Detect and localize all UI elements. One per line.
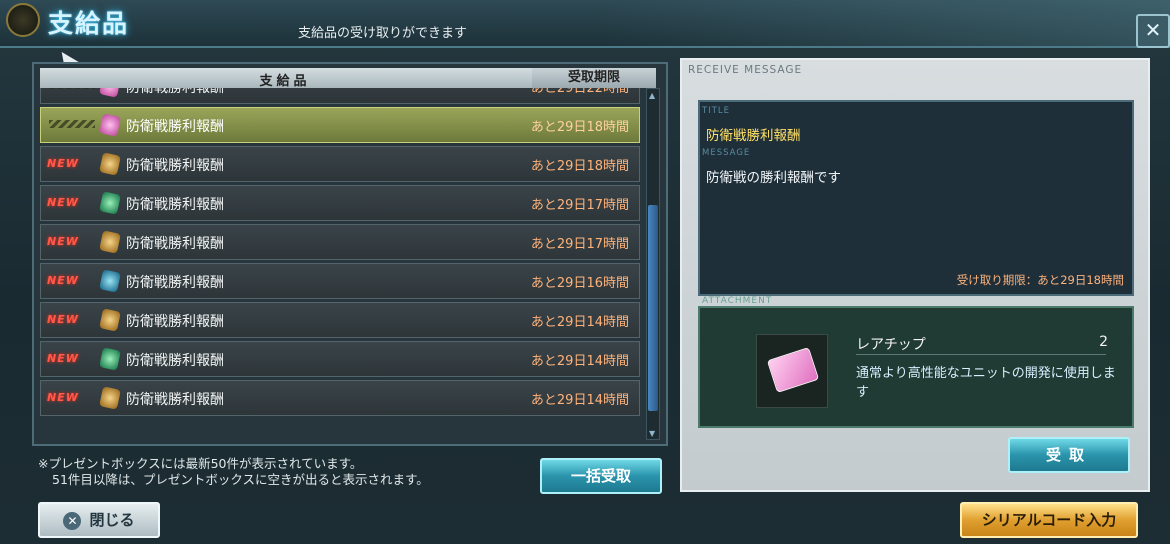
new-badge: NEW bbox=[47, 352, 79, 365]
new-badge: NEW bbox=[47, 157, 79, 170]
attachment-box: ATTACHMENT レアチップ 2 通常より高性能なユニットの開発に使用します bbox=[698, 296, 1134, 428]
item-name: 防衛戦勝利報酬 bbox=[126, 119, 224, 135]
item-name: 防衛戦勝利報酬 bbox=[126, 314, 224, 330]
notice-text: ※プレゼントボックスには最新50件が表示されています。 51件目以降は、プレゼン… bbox=[38, 456, 429, 488]
pink-chip-icon bbox=[99, 88, 121, 98]
item-name: 防衛戦勝利報酬 bbox=[126, 158, 224, 174]
bulk-receive-button[interactable]: 一括受取 bbox=[540, 458, 662, 494]
title-label: TITLE bbox=[702, 106, 730, 116]
stripe-decoration bbox=[49, 88, 95, 89]
item-deadline: あと29日14時間 bbox=[530, 354, 629, 369]
panel-label: RECEIVE MESSAGE bbox=[688, 64, 803, 76]
gold-chip-icon bbox=[99, 308, 121, 332]
header-decoration bbox=[600, 0, 1170, 46]
item-name: 防衛戦勝利報酬 bbox=[126, 392, 224, 408]
list-item[interactable]: NEW 防衛戦勝利報酬 あと29日16時間 bbox=[40, 263, 640, 299]
close-button[interactable]: ✕ 閉じる bbox=[38, 502, 160, 538]
blue-chip-icon bbox=[99, 269, 121, 293]
new-badge: NEW bbox=[47, 235, 79, 248]
list-item[interactable]: NEW 防衛戦勝利報酬 あと29日14時間 bbox=[40, 302, 640, 338]
message-title: 防衛戦勝利報酬 bbox=[706, 128, 801, 144]
supply-list-panel: 支給品 受取期限 防衛戦勝利報酬 あと29日22時間 防衛戦勝利報酬 あと29日18時… bbox=[32, 62, 668, 446]
item-deadline: あと29日16時間 bbox=[530, 276, 629, 291]
new-badge: NEW bbox=[47, 313, 79, 326]
gold-chip-icon bbox=[99, 230, 121, 254]
pink-chip-icon bbox=[99, 113, 121, 137]
message-panel: RECEIVE MESSAGE TITLE 防衛戦勝利報酬 MESSAGE 防衛… bbox=[680, 58, 1150, 492]
message-box: TITLE 防衛戦勝利報酬 MESSAGE 防衛戦の勝利報酬です 受け取り期限：… bbox=[698, 100, 1134, 296]
rare-chip-icon bbox=[756, 334, 828, 408]
serial-code-button[interactable]: シリアルコード入力 bbox=[960, 502, 1138, 538]
attachment-name: レアチップ bbox=[856, 337, 926, 353]
scroll-up-icon[interactable]: ▲ bbox=[649, 91, 657, 100]
scroll-thumb[interactable] bbox=[648, 205, 658, 411]
list-item[interactable]: NEW 防衛戦勝利報酬 あと29日18時間 bbox=[40, 146, 640, 182]
attachment-label: ATTACHMENT bbox=[702, 296, 773, 306]
new-badge: NEW bbox=[47, 391, 79, 404]
window-close-icon[interactable]: ✕ bbox=[1136, 14, 1170, 48]
item-deadline: あと29日17時間 bbox=[530, 237, 629, 252]
page-subtitle: 支給品の受け取りができます bbox=[298, 26, 468, 41]
close-label: 閉じる bbox=[89, 511, 135, 529]
header-deadline: 受取期限 bbox=[532, 68, 656, 88]
item-deadline: あと29日17時間 bbox=[530, 198, 629, 213]
emblem-icon bbox=[6, 3, 40, 37]
item-name: 防衛戦勝利報酬 bbox=[126, 353, 224, 369]
header-item: 支給品 bbox=[259, 74, 311, 89]
item-name: 防衛戦勝利報酬 bbox=[126, 236, 224, 252]
message-body: 防衛戦の勝利報酬です bbox=[706, 170, 841, 186]
divider bbox=[856, 354, 1106, 355]
item-name: 防衛戦勝利報酬 bbox=[126, 88, 224, 96]
list-item[interactable]: NEW 防衛戦勝利報酬 あと29日14時間 bbox=[40, 380, 640, 416]
item-name: 防衛戦勝利報酬 bbox=[126, 197, 224, 213]
message-label: MESSAGE bbox=[702, 148, 751, 158]
new-badge: NEW bbox=[47, 196, 79, 209]
item-deadline: あと29日14時間 bbox=[530, 315, 629, 330]
stripe-decoration bbox=[49, 120, 95, 128]
scrollbar[interactable]: ▲ ▼ bbox=[646, 88, 660, 440]
top-bar: 支給品 支給品の受け取りができます bbox=[0, 0, 1170, 48]
item-deadline: あと29日22時間 bbox=[530, 88, 629, 96]
message-deadline: 受け取り期限：あと29日18時間 bbox=[956, 273, 1124, 287]
supply-list: 防衛戦勝利報酬 あと29日22時間 防衛戦勝利報酬 あと29日18時間 NEW 防衛戦勝利… bbox=[40, 88, 640, 438]
item-deadline: あと29日18時間 bbox=[530, 120, 629, 135]
notice-line-1: ※プレゼントボックスには最新50件が表示されています。 bbox=[38, 456, 363, 471]
new-badge: NEW bbox=[47, 274, 79, 287]
notice-line-2: 51件目以降は、プレゼントボックスに空きが出ると表示されます。 bbox=[52, 472, 429, 487]
scroll-down-icon[interactable]: ▼ bbox=[649, 429, 657, 438]
green-chip-icon bbox=[99, 191, 121, 215]
receive-button[interactable]: 受取 bbox=[1008, 437, 1130, 473]
item-deadline: あと29日14時間 bbox=[530, 393, 629, 408]
close-circle-icon: ✕ bbox=[63, 511, 82, 530]
page-title: 支給品 bbox=[48, 9, 130, 38]
item-deadline: あと29日18時間 bbox=[530, 159, 629, 174]
gold-chip-icon bbox=[99, 386, 121, 410]
list-item[interactable]: 防衛戦勝利報酬 あと29日22時間 bbox=[40, 88, 640, 104]
list-header: 支給品 受取期限 bbox=[40, 68, 656, 89]
list-item[interactable]: NEW 防衛戦勝利報酬 あと29日17時間 bbox=[40, 224, 640, 260]
green-chip-icon bbox=[99, 347, 121, 371]
list-item[interactable]: NEW 防衛戦勝利報酬 あと29日17時間 bbox=[40, 185, 640, 221]
attachment-quantity: 2 bbox=[1099, 334, 1108, 350]
item-name: 防衛戦勝利報酬 bbox=[126, 275, 224, 291]
list-item[interactable]: 防衛戦勝利報酬 あと29日18時間 bbox=[40, 107, 640, 143]
gold-chip-icon bbox=[99, 152, 121, 176]
attachment-description: 通常より高性能なユニットの開発に使用します bbox=[856, 366, 1116, 400]
list-item[interactable]: NEW 防衛戦勝利報酬 あと29日14時間 bbox=[40, 341, 640, 377]
